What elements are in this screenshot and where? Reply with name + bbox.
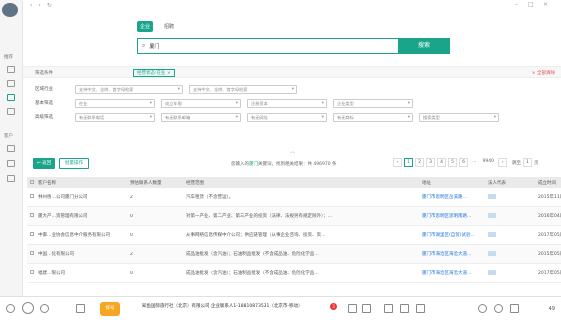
select-all-checkbox[interactable] — [30, 179, 34, 184]
tab-recruit[interactable]: 招聘 — [161, 21, 177, 32]
collapse-icon[interactable]: ︿ — [290, 148, 295, 155]
prev-page-icon[interactable]: ‹ — [393, 158, 402, 167]
list-icon[interactable] — [7, 108, 15, 115]
filter-row-advanced: 高级筛选 有无联系电话 有无联系邮箱 有无网址 有无商标 搜索类型 — [35, 112, 505, 122]
call-bar: 拨号 知鱼国际旅行社（北京）有限公司 企业联系人1-18810873531（北京… — [0, 296, 561, 320]
search-type-select[interactable]: 搜索类型 — [419, 112, 499, 122]
table-row[interactable]: 林州梧…公司厦门分公司 2 汽车租赁（不含营运）。 厦门市思明区岳溪路… 201… — [27, 188, 561, 207]
type-select[interactable]: 企业类型 — [333, 98, 413, 108]
table-row[interactable]: 中御…业协会信息中介服务有限公司 0 从事网络信息传媒中介公司；供应链管理（从事… — [27, 226, 561, 245]
filter-row-region: 区域行业 支持中文、全拼、首字母检索 支持中文、全拼、首字母检索 — [35, 84, 303, 94]
legal-rep-redacted — [488, 232, 496, 237]
page-5[interactable]: 5 — [448, 158, 457, 167]
maximize-icon[interactable]: □ — [528, 1, 534, 8]
row-checkbox[interactable] — [30, 251, 34, 255]
contacts-icon[interactable] — [7, 160, 15, 167]
next-icon[interactable] — [40, 304, 49, 313]
website-select[interactable]: 有无网址 — [247, 112, 327, 122]
table-row[interactable]: 厦大产…资管理有限公司 0 对第一产业、第二产业、第三产业的投资（法律、法规另有… — [27, 207, 561, 226]
refresh-icon[interactable]: ↻ — [47, 2, 52, 9]
legal-rep-redacted — [488, 213, 496, 218]
result-table: 客户名称 预估联系人数量 经营范围 地址 法人代表 成立时间 林州梧…公司厦门分… — [27, 177, 561, 283]
capital-select[interactable]: 注册资本 — [247, 98, 327, 108]
jump-unit: 页 — [533, 160, 539, 166]
row-checkbox[interactable] — [30, 232, 34, 236]
search-value: 厦门 — [149, 43, 160, 50]
call-status-badge: 拨号 — [100, 302, 120, 316]
row-checkbox[interactable] — [30, 270, 34, 274]
legal-rep-redacted — [488, 270, 496, 275]
filter-row-basic: 基本筛选 在业 成立年限 注册资本 企业类型 — [35, 98, 419, 108]
note-icon[interactable] — [416, 304, 425, 313]
region-select[interactable]: 支持中文、全拼、首字母检索 — [75, 84, 183, 94]
filter-header: 筛选条件 经营状态:在业 × × 全部清除 — [23, 66, 561, 78]
table-header: 客户名称 预估联系人数量 经营范围 地址 法人代表 成立时间 — [27, 177, 561, 188]
search-button[interactable]: 搜索 — [398, 38, 450, 54]
sidebar-item-customer[interactable]: 客户 — [4, 133, 13, 139]
email-select[interactable]: 有无联系邮箱 — [161, 112, 241, 122]
industry-select[interactable]: 支持中文、全拼、首字母检索 — [189, 84, 297, 94]
search-nav-icon[interactable] — [7, 94, 15, 101]
sidebar-item-recommend[interactable]: 推荐 — [4, 54, 13, 60]
pause-icon[interactable] — [494, 304, 503, 313]
legal-rep-redacted — [488, 194, 496, 199]
batch-button[interactable]: 批量操作 — [59, 158, 89, 169]
menu-icon[interactable] — [7, 66, 15, 73]
result-hint: 您输入的厦门关键词，找到相关结果：共 496970 条 — [231, 162, 337, 167]
page-4[interactable]: 4 — [437, 158, 446, 167]
page-1[interactable]: 1 — [404, 158, 413, 167]
tab-company[interactable]: 企业 — [137, 21, 154, 32]
jump-input[interactable]: 1 — [522, 158, 532, 167]
filter-panel: 筛选条件 经营状态:在业 × × 全部清除 区域行业 支持中文、全拼、首字母检索… — [23, 66, 561, 144]
call-info: 知鱼国际旅行社（北京）有限公司 企业联系人1-18810873531（北京市-移… — [142, 304, 303, 309]
customer-icon[interactable] — [7, 145, 15, 152]
row-checkbox[interactable] — [30, 194, 34, 198]
dial-icon[interactable] — [22, 302, 34, 314]
transfer-icon[interactable] — [400, 304, 409, 313]
left-sidebar: 推荐 客户 — [0, 0, 23, 296]
pagination: ‹ 1 2 3 4 5 6 … 9940 › 跳至 1 页 — [393, 158, 538, 167]
table-row[interactable]: 福建…限公司 0 成品油批发（含汽油）；石油制品批发（不含成品油、危险化学品… … — [27, 264, 561, 283]
notification-badge: 3 — [330, 303, 337, 310]
next-page-icon[interactable]: › — [497, 158, 507, 167]
call-count: 49 — [548, 306, 555, 312]
user-icon[interactable] — [7, 175, 15, 182]
jump-label: 跳至 — [511, 160, 521, 166]
prev-icon[interactable] — [6, 304, 15, 313]
search-tabs: 企业 招聘 — [137, 21, 177, 32]
calendar-icon[interactable] — [7, 80, 15, 87]
table-row[interactable]: 中国…化有限公司 2 成品油批发（含汽油）；石油制品批发（不含成品油、危险化学品… — [27, 245, 561, 264]
clear-all-button[interactable]: × 全部清除 — [532, 70, 555, 76]
main-content: 企业 招聘 ⌕ 厦门 × 搜索 筛选条件 经营状态:在业 × × 全部清除 区域… — [23, 10, 561, 296]
edit-icon[interactable] — [384, 304, 393, 313]
close-icon[interactable]: × — [543, 1, 548, 8]
return-button[interactable]: ↩ 返回 — [33, 158, 55, 169]
age-select[interactable]: 成立年限 — [161, 98, 241, 108]
list-toggle-icon[interactable] — [76, 304, 85, 313]
play-icon[interactable] — [478, 304, 487, 313]
search-input[interactable]: ⌕ 厦门 × — [137, 38, 417, 54]
row-checkbox[interactable] — [30, 213, 34, 217]
legal-rep-redacted — [488, 251, 496, 256]
phone-select[interactable]: 有无联系电话 — [75, 112, 155, 122]
trademark-select[interactable]: 有无商标 — [333, 112, 413, 122]
minimize-icon[interactable]: – — [515, 1, 518, 8]
top-bar: ‹ › ↻ – □ × — [0, 0, 561, 10]
app-window: 推荐 客户 ‹ › ↻ – □ × 企业 招聘 ⌕ 厦门 × 搜索 筛选条件 经 — [0, 0, 561, 320]
search-icon: ⌕ — [142, 42, 146, 49]
sound-icon[interactable] — [510, 304, 519, 313]
result-toolbar: ↩ 返回 批量操作 您输入的厦门关键词，找到相关结果：共 496970 条 ‹ … — [23, 158, 561, 170]
back-arrow-icon[interactable]: ‹ — [30, 2, 32, 9]
page-ellipsis: … — [472, 159, 477, 164]
page-6[interactable]: 6 — [459, 158, 468, 167]
page-2[interactable]: 2 — [415, 158, 424, 167]
status-select[interactable]: 在业 — [75, 98, 155, 108]
page-3[interactable]: 3 — [426, 158, 435, 167]
filter-condition-label: 筛选条件 — [35, 71, 53, 76]
sms-icon[interactable] — [348, 304, 357, 313]
filter-chip[interactable]: 经营状态:在业 × — [133, 69, 175, 77]
page-last[interactable]: 9940 — [481, 158, 496, 167]
forward-arrow-icon[interactable]: › — [38, 2, 40, 9]
message-icon[interactable] — [362, 304, 371, 313]
